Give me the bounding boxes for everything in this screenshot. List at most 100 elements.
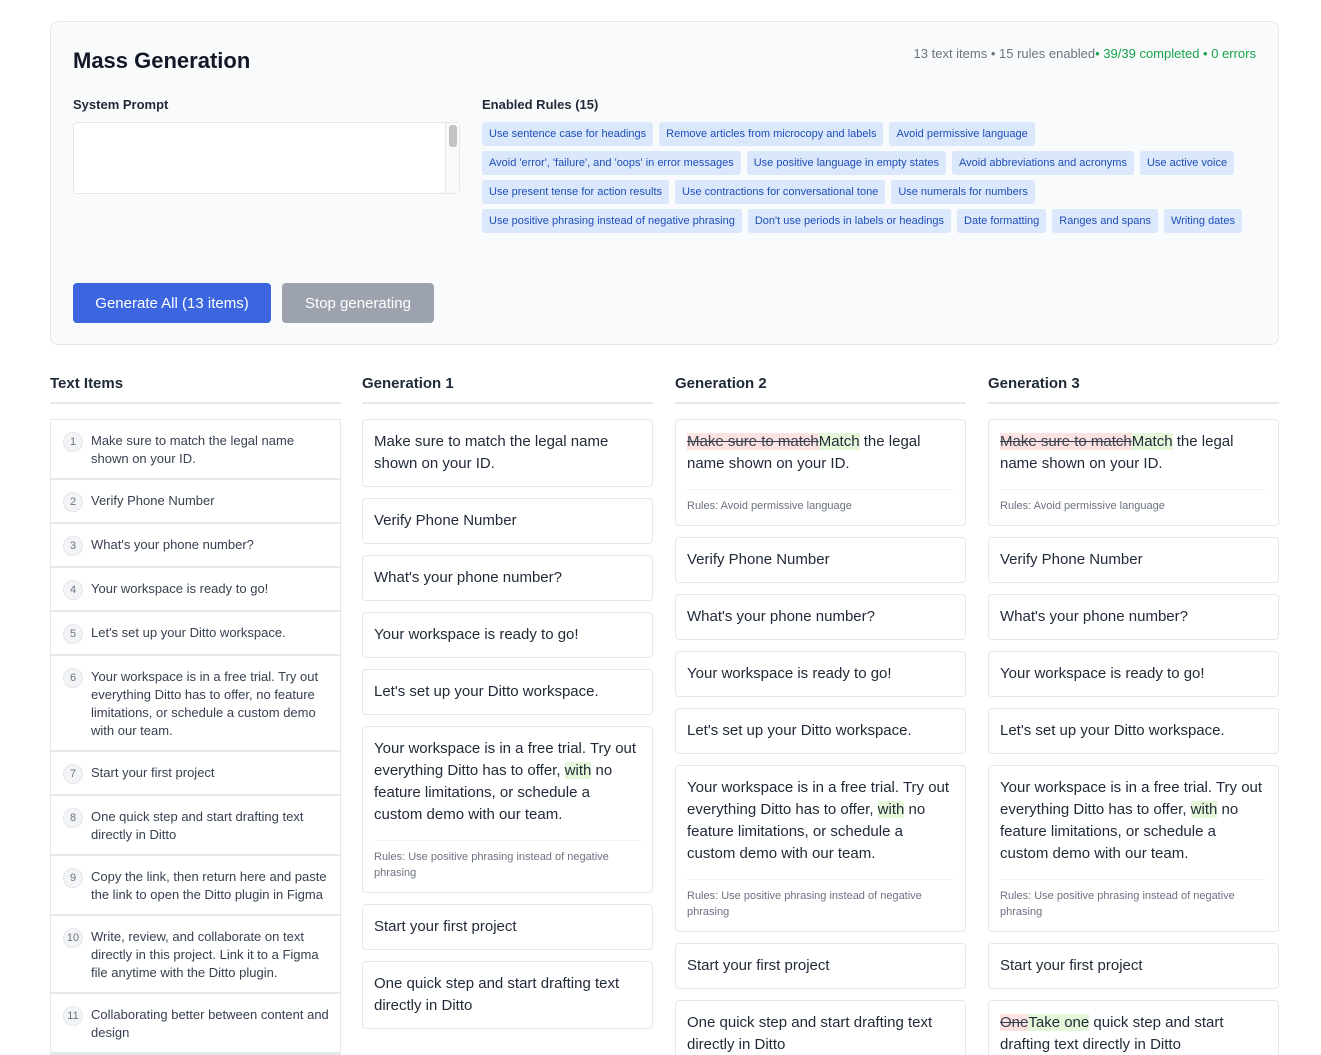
generation-card[interactable]: Your workspace is in a free trial. Try o… <box>675 765 966 932</box>
generation-card[interactable]: Verify Phone Number <box>362 498 653 544</box>
item-number-badge: 1 <box>63 432 83 452</box>
rule-chip[interactable]: Use active voice <box>1139 151 1235 175</box>
inserted-text: with <box>564 762 592 779</box>
generated-text: One quick step and start drafting text d… <box>374 975 620 1014</box>
generation-card[interactable]: Your workspace is ready to go! <box>675 651 966 697</box>
generation-card[interactable]: One quick step and start drafting text d… <box>362 961 653 1029</box>
generation-1-list: Make sure to match the legal name shown … <box>362 419 653 1029</box>
generation-card[interactable]: Your workspace is ready to go! <box>988 651 1279 697</box>
generation-card[interactable]: Let's set up your Ditto workspace. <box>675 708 966 754</box>
generation-card[interactable]: Make sure to match the legal name shown … <box>362 419 653 487</box>
generated-text: One quick step and start drafting text d… <box>687 1014 933 1053</box>
text-item-row[interactable]: 7 Start your first project <box>51 752 340 796</box>
text-item-row[interactable]: 4 Your workspace is ready to go! <box>51 568 340 612</box>
generated-text: Verify Phone Number <box>1000 551 1143 568</box>
generated-text: OneTake one quick step and start draftin… <box>1000 1012 1267 1055</box>
page-title: Mass Generation <box>73 48 251 73</box>
generated-text: Make sure to matchMatch the legal name s… <box>687 431 954 475</box>
column-header-text-items: Text Items <box>50 372 341 404</box>
generation-stats: 13 text items • 15 rules enabled• 39/39 … <box>914 46 1256 61</box>
rule-chip[interactable]: Use sentence case for headings <box>482 122 654 146</box>
applied-rules-note: Rules: Use positive phrasing instead of … <box>374 840 641 881</box>
system-prompt-input[interactable] <box>73 122 460 194</box>
text-item-row[interactable]: 2 Verify Phone Number <box>51 480 340 524</box>
generation-card[interactable]: Make sure to matchMatch the legal name s… <box>988 419 1279 526</box>
rule-chip[interactable]: Use positive language in empty states <box>746 151 947 175</box>
rule-chip[interactable]: Use contractions for conversational tone <box>675 180 886 204</box>
inserted-text: with <box>877 801 905 818</box>
item-text: Copy the link, then return here and past… <box>91 869 327 902</box>
text-item-row[interactable]: 11 Collaborating better between content a… <box>51 994 340 1054</box>
applied-rules-note: Rules: Avoid permissive language <box>687 489 954 514</box>
rule-chip[interactable]: Ranges and spans <box>1052 209 1158 233</box>
generation-card[interactable]: Start your first project <box>362 904 653 950</box>
applied-rules-note: Rules: Use positive phrasing instead of … <box>687 879 954 920</box>
stop-generating-button[interactable]: Stop generating <box>282 283 434 323</box>
text-item-row[interactable]: 6 Your workspace is in a free trial. Try … <box>51 656 340 752</box>
generation-card[interactable]: Your workspace is in a free trial. Try o… <box>988 765 1279 932</box>
text-item-row[interactable]: 8 One quick step and start drafting text … <box>51 796 340 856</box>
column-header-generation-1: Generation 1 <box>362 372 653 404</box>
rule-chip[interactable]: Use numerals for numbers <box>891 180 1035 204</box>
inserted-text: Match <box>1131 433 1173 450</box>
item-text: Collaborating better between content and… <box>91 1007 329 1040</box>
rule-chip[interactable]: Writing dates <box>1163 209 1242 233</box>
rule-chip[interactable]: Don't use periods in labels or headings <box>747 209 952 233</box>
generation-card[interactable]: Let's set up your Ditto workspace. <box>362 669 653 715</box>
system-prompt-scrollbar[interactable] <box>445 123 459 193</box>
item-text: Your workspace is in a free trial. Try o… <box>91 669 319 738</box>
scrollbar-thumb[interactable] <box>449 125 457 147</box>
rule-chip[interactable]: Use present tense for action results <box>482 180 670 204</box>
generated-text: Your workspace is ready to go! <box>374 626 579 643</box>
item-text: Start your first project <box>91 765 215 780</box>
item-number-badge: 6 <box>63 668 83 688</box>
generation-2-column: Generation 2 Make sure to matchMatch the… <box>675 372 966 1055</box>
generated-text: Your workspace is ready to go! <box>687 665 892 682</box>
generation-1-column: Generation 1 Make sure to match the lega… <box>362 372 653 1029</box>
inserted-text: Take one <box>1028 1014 1090 1031</box>
item-text: Make sure to match the legal name shown … <box>91 433 295 466</box>
generation-card[interactable]: What's your phone number? <box>362 555 653 601</box>
item-text: Let's set up your Ditto workspace. <box>91 625 286 640</box>
generated-text: Let's set up your Ditto workspace. <box>1000 722 1225 739</box>
text-item-row[interactable]: 1 Make sure to match the legal name shown… <box>51 420 340 480</box>
rule-chip[interactable]: Avoid permissive language <box>889 122 1035 146</box>
generate-all-button[interactable]: Generate All (13 items) <box>73 283 271 323</box>
column-header-generation-3: Generation 3 <box>988 372 1279 404</box>
item-text: What's your phone number? <box>91 537 254 552</box>
text-item-row[interactable]: 9 Copy the link, then return here and pas… <box>51 856 340 916</box>
generation-card[interactable]: Your workspace is in a free trial. Try o… <box>362 726 653 893</box>
item-number-badge: 9 <box>63 868 83 888</box>
generated-text: Make sure to matchMatch the legal name s… <box>1000 431 1267 475</box>
generated-text: Verify Phone Number <box>687 551 830 568</box>
rule-chip[interactable]: Avoid 'error', 'failure', and 'oops' in … <box>482 151 741 175</box>
generated-text: What's your phone number? <box>374 569 562 586</box>
generation-card[interactable]: Start your first project <box>988 943 1279 989</box>
generated-text: Let's set up your Ditto workspace. <box>374 683 599 700</box>
system-prompt-label: System Prompt <box>73 97 169 112</box>
text-item-row[interactable]: 10 Write, review, and collaborate on text… <box>51 916 340 994</box>
generation-card[interactable]: Make sure to matchMatch the legal name s… <box>675 419 966 526</box>
stats-counts: 13 text items • 15 rules enabled <box>913 46 1096 61</box>
generation-card[interactable]: What's your phone number? <box>675 594 966 640</box>
generated-text: Your workspace is in a free trial. Try o… <box>1000 777 1267 865</box>
generation-card[interactable]: One quick step and start drafting text d… <box>675 1000 966 1055</box>
generation-card[interactable]: Start your first project <box>675 943 966 989</box>
generation-card[interactable]: Verify Phone Number <box>988 537 1279 583</box>
text-item-row[interactable]: 3 What's your phone number? <box>51 524 340 568</box>
rule-chip[interactable]: Date formatting <box>957 209 1047 233</box>
rule-chip[interactable]: Use positive phrasing instead of negativ… <box>482 209 742 233</box>
text-item-row[interactable]: 5 Let's set up your Ditto workspace. <box>51 612 340 656</box>
item-text: Your workspace is ready to go! <box>91 581 269 596</box>
generation-card[interactable]: What's your phone number? <box>988 594 1279 640</box>
generation-card[interactable]: Verify Phone Number <box>675 537 966 583</box>
generation-card[interactable]: Let's set up your Ditto workspace. <box>988 708 1279 754</box>
rule-chip[interactable]: Avoid abbreviations and acronyms <box>952 151 1134 175</box>
generation-card[interactable]: OneTake one quick step and start draftin… <box>988 1000 1279 1055</box>
generated-text: Start your first project <box>1000 957 1143 974</box>
rule-chip[interactable]: Remove articles from microcopy and label… <box>659 122 884 146</box>
generation-card[interactable]: Your workspace is ready to go! <box>362 612 653 658</box>
generated-text: Make sure to match the legal name shown … <box>374 433 609 472</box>
generated-text: Your workspace is in a free trial. Try o… <box>687 777 954 865</box>
item-number-badge: 7 <box>63 764 83 784</box>
